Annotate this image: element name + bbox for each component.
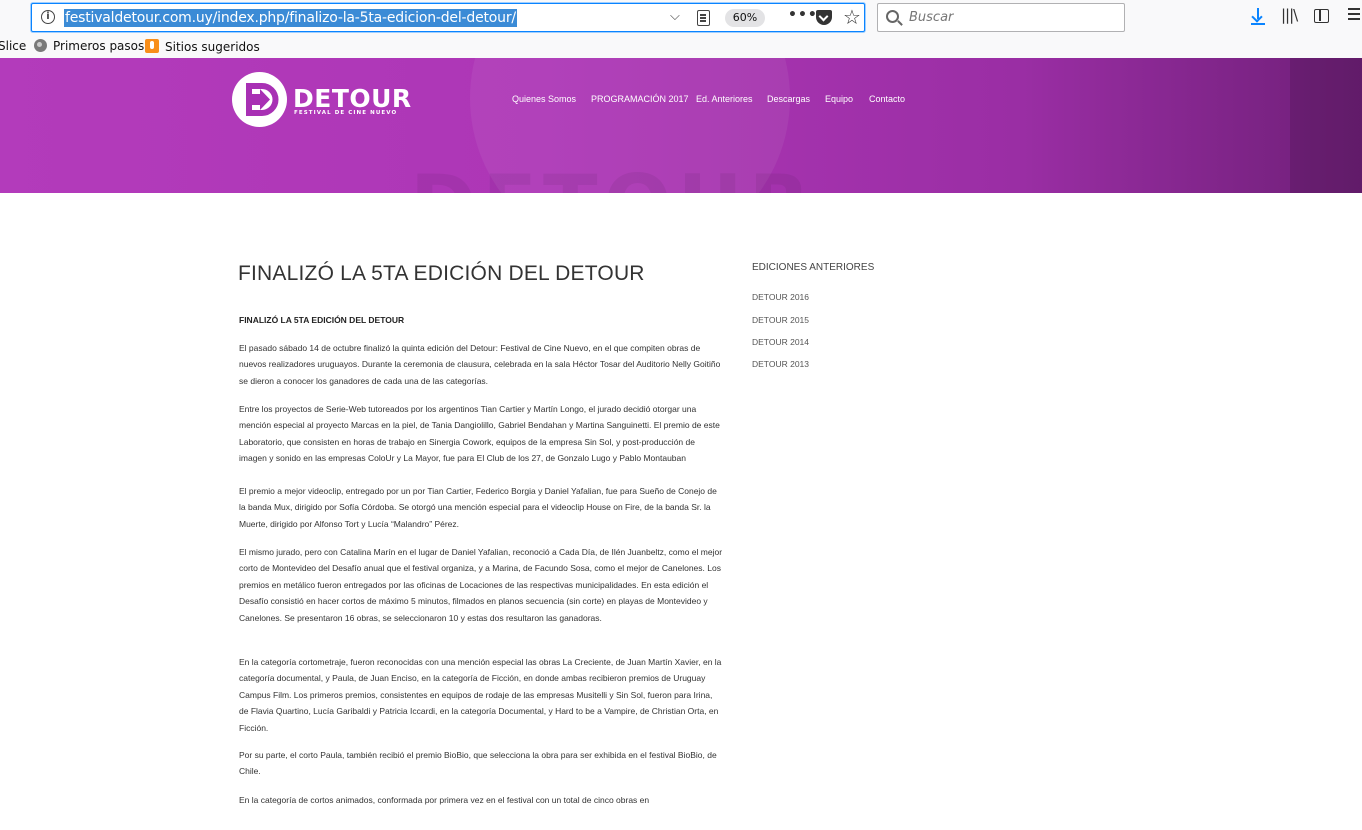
logo-wordmark[interactable]: DETOUR bbox=[293, 86, 412, 111]
bookmark-star-icon[interactable]: ☆ bbox=[843, 5, 861, 29]
bookmark-slice[interactable]: Slice bbox=[0, 39, 26, 53]
hamburger-menu-icon[interactable] bbox=[1348, 8, 1360, 10]
browser-toolbar: i festivaldetour.com.uy/index.php/finali… bbox=[0, 0, 1362, 36]
nav-descargas[interactable]: Descargas bbox=[767, 94, 810, 104]
nav-contacto[interactable]: Contacto bbox=[869, 94, 905, 104]
pocket-icon[interactable] bbox=[816, 10, 832, 25]
logo-subtitle: FESTIVAL DE CINE NUEVO bbox=[294, 110, 398, 116]
search-input[interactable]: Buscar bbox=[877, 3, 1125, 32]
article-paragraph: Entre los proyectos de Serie-Web tutorea… bbox=[239, 404, 720, 464]
bookmark-primeros-pasos[interactable]: Primeros pasos bbox=[34, 39, 144, 53]
nav-quienes-somos[interactable]: Quienes Somos bbox=[512, 94, 576, 104]
article-paragraph: El pasado sábado 14 de octubre finalizó … bbox=[239, 343, 721, 386]
bookmark-sitios-sugeridos[interactable]: Sitios sugeridos bbox=[145, 39, 260, 54]
zoom-level[interactable]: 60% bbox=[725, 9, 765, 27]
reader-view-icon[interactable] bbox=[697, 10, 710, 26]
globe-icon bbox=[34, 39, 47, 52]
link-detour-2015[interactable]: DETOUR 2015 bbox=[752, 315, 809, 325]
chevron-down-icon[interactable]: ⌵ bbox=[670, 9, 680, 24]
bookmark-label: Sitios sugeridos bbox=[165, 40, 260, 54]
info-icon[interactable]: i bbox=[41, 10, 55, 24]
nav-equipo[interactable]: Equipo bbox=[825, 94, 853, 104]
widget-title-ediciones: EDICIONES ANTERIORES bbox=[752, 262, 875, 273]
nav-programacion-2017[interactable]: PROGRAMACIÓN 2017 bbox=[591, 94, 689, 104]
nav-ed-anteriores[interactable]: Ed. Anteriores bbox=[696, 94, 753, 104]
link-detour-2016[interactable]: DETOUR 2016 bbox=[752, 292, 809, 302]
url-bar[interactable]: i festivaldetour.com.uy/index.php/finali… bbox=[31, 3, 865, 32]
article-paragraph: En la categoría cortometraje, fueron rec… bbox=[239, 657, 722, 733]
article-paragraph: El premio a mejor videoclip, entregado p… bbox=[239, 486, 717, 529]
article-paragraph: Por su parte, el corto Paula, también re… bbox=[239, 750, 717, 777]
site-header: DETOUR DETOUR FESTIVAL DE CINE NUEVO Qui… bbox=[0, 58, 1362, 193]
url-text[interactable]: festivaldetour.com.uy/index.php/finalizo… bbox=[64, 9, 517, 27]
link-detour-2013[interactable]: DETOUR 2013 bbox=[752, 359, 809, 369]
library-icon[interactable]: |||\ bbox=[1281, 6, 1298, 24]
download-icon[interactable] bbox=[1250, 8, 1266, 26]
more-actions-icon[interactable]: ••• bbox=[788, 7, 818, 23]
article-title: FINALIZÓ LA 5TA EDICIÓN DEL DETOUR bbox=[238, 262, 645, 285]
link-detour-2014[interactable]: DETOUR 2014 bbox=[752, 337, 809, 347]
search-icon bbox=[886, 10, 899, 23]
article-subtitle: FINALIZÓ LA 5TA EDICIÓN DEL DETOUR bbox=[239, 315, 405, 325]
search-placeholder: Buscar bbox=[909, 10, 954, 25]
suggested-sites-icon bbox=[145, 39, 159, 53]
detour-logo-icon[interactable] bbox=[232, 72, 287, 127]
sidebar-toggle-icon[interactable] bbox=[1314, 9, 1329, 23]
article-paragraph: El mismo jurado, pero con Catalina Marín… bbox=[239, 547, 723, 623]
bookmark-label: Primeros pasos bbox=[53, 39, 145, 53]
article-paragraph: En la categoría de cortos animados, conf… bbox=[239, 795, 650, 805]
bookmarks-toolbar: Slice Primeros pasos Sitios sugeridos bbox=[0, 36, 1362, 58]
